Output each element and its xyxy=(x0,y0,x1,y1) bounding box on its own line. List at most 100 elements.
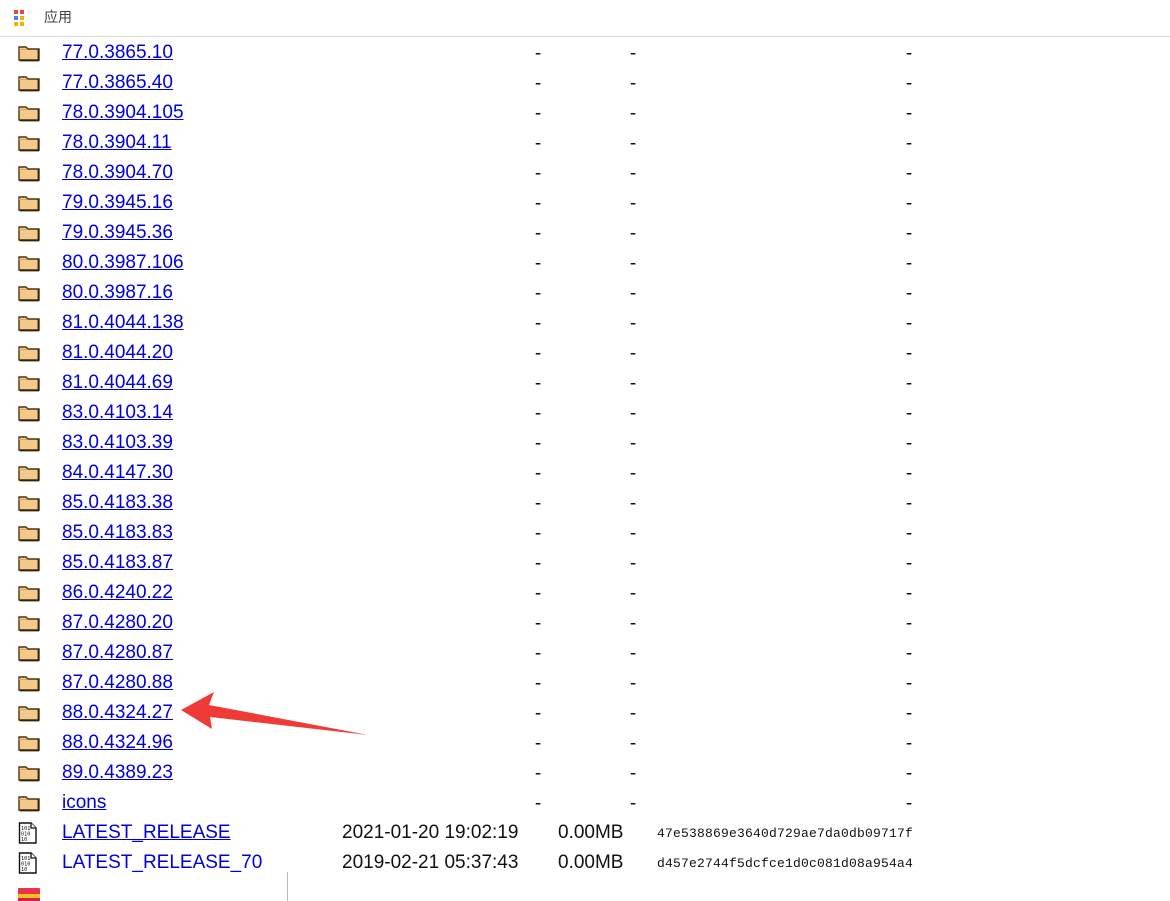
entry-link[interactable]: 79.0.3945.36 xyxy=(62,218,173,248)
entry-name[interactable]: 85.0.4183.38 xyxy=(62,492,173,514)
entry-name[interactable]: 88.0.4324.96 xyxy=(62,732,173,754)
folder-icon xyxy=(18,278,42,308)
entry-link[interactable]: 83.0.4103.39 xyxy=(62,428,173,458)
entry-link[interactable]: 77.0.3865.10 xyxy=(62,38,173,68)
entry-size-dash: - xyxy=(625,608,641,638)
table-row: 86.0.4240.22 - - - xyxy=(0,578,1170,608)
entry-link[interactable]: 78.0.3904.70 xyxy=(62,158,173,188)
apps-grid-icon[interactable] xyxy=(14,9,31,27)
entry-link[interactable]: 78.0.3904.105 xyxy=(62,98,184,128)
entry-link[interactable]: 77.0.3865.40 xyxy=(62,68,173,98)
entry-hash-dash: - xyxy=(901,398,917,428)
dash-glyph: - xyxy=(629,522,637,544)
entry-link[interactable]: 81.0.4044.20 xyxy=(62,338,173,368)
folder-icon xyxy=(18,38,42,68)
entry-name[interactable]: 81.0.4044.69 xyxy=(62,372,173,394)
entry-link[interactable]: 85.0.4183.87 xyxy=(62,548,173,578)
entry-link[interactable]: 80.0.3987.16 xyxy=(62,278,173,308)
entry-name[interactable]: 83.0.4103.39 xyxy=(62,432,173,454)
entry-name[interactable]: 80.0.3987.16 xyxy=(62,282,173,304)
entry-link[interactable]: LATEST_RELEASE_70 xyxy=(62,848,262,878)
entry-link[interactable]: 88.0.4324.27 xyxy=(62,698,173,728)
entry-size-dash: - xyxy=(625,638,641,668)
entry-link[interactable]: 80.0.3987.106 xyxy=(62,248,184,278)
entry-name[interactable]: LATEST_RELEASE_70 xyxy=(62,852,262,874)
entry-link[interactable]: 78.0.3904.11 xyxy=(62,128,172,158)
entry-name[interactable]: 77.0.3865.40 xyxy=(62,72,173,94)
entry-name[interactable]: 85.0.4183.87 xyxy=(62,552,173,574)
entry-link[interactable]: 81.0.4044.138 xyxy=(62,308,184,338)
entry-name[interactable]: 87.0.4280.20 xyxy=(62,612,173,634)
entry-name[interactable]: 85.0.4183.83 xyxy=(62,522,173,544)
entry-hash-text: d457e2744f5dcfce1d0c081d08a954a4 xyxy=(657,855,914,871)
entry-name[interactable]: 79.0.3945.36 xyxy=(62,222,173,244)
entry-link[interactable]: 85.0.4183.38 xyxy=(62,488,173,518)
browser-bookmark-bar: 应用 xyxy=(0,0,1170,37)
dash-glyph: - xyxy=(905,522,913,544)
dash-glyph: - xyxy=(905,222,913,244)
entry-name[interactable]: LATEST_RELEASE xyxy=(62,822,231,844)
entry-hash-dash: - xyxy=(901,188,917,218)
dash-glyph: - xyxy=(905,72,913,94)
entry-name[interactable]: 81.0.4044.20 xyxy=(62,342,173,364)
entry-link[interactable]: LATEST_RELEASE xyxy=(62,818,231,848)
entry-size-dash: - xyxy=(625,698,641,728)
entry-hash: d457e2744f5dcfce1d0c081d08a954a4 xyxy=(657,848,913,878)
entry-size-dash: - xyxy=(625,128,641,158)
dash-glyph: - xyxy=(629,582,637,604)
entry-name[interactable]: 77.0.3865.10 xyxy=(62,42,173,64)
entry-date-dash: - xyxy=(530,68,546,98)
dash-glyph: - xyxy=(629,72,637,94)
bookmark-apps-label[interactable]: 应用 xyxy=(44,11,72,25)
entry-name[interactable]: icons xyxy=(62,792,106,814)
dash-glyph: - xyxy=(629,162,637,184)
table-row: 77.0.3865.40 - - - xyxy=(0,68,1170,98)
entry-name[interactable]: 79.0.3945.16 xyxy=(62,192,173,214)
entry-name[interactable]: 89.0.4389.23 xyxy=(62,762,173,784)
table-row: 85.0.4183.38 - - - xyxy=(0,488,1170,518)
entry-link[interactable]: 89.0.4389.23 xyxy=(62,758,173,788)
entry-link[interactable]: 86.0.4240.22 xyxy=(62,578,173,608)
dash-glyph: - xyxy=(534,132,542,154)
entry-link[interactable]: 84.0.4147.30 xyxy=(62,458,173,488)
entry-link[interactable]: 87.0.4280.88 xyxy=(62,668,173,698)
folder-icon xyxy=(18,338,42,368)
entry-link[interactable]: 87.0.4280.87 xyxy=(62,638,173,668)
dash-glyph: - xyxy=(905,792,913,814)
entry-name[interactable]: 88.0.4324.27 xyxy=(62,702,173,724)
table-row: 81.0.4044.69 - - - xyxy=(0,368,1170,398)
dash-glyph: - xyxy=(534,162,542,184)
dash-glyph: - xyxy=(534,492,542,514)
entry-date-dash: - xyxy=(530,698,546,728)
entry-link[interactable]: 85.0.4183.83 xyxy=(62,518,173,548)
folder-icon xyxy=(18,368,42,398)
dash-glyph: - xyxy=(905,612,913,634)
entry-name[interactable]: 83.0.4103.14 xyxy=(62,402,173,424)
entry-name[interactable]: 87.0.4280.87 xyxy=(62,642,173,664)
entry-name[interactable]: 80.0.3987.106 xyxy=(62,252,184,274)
entry-name[interactable]: 78.0.3904.105 xyxy=(62,102,184,124)
table-row: 79.0.3945.16 - - - xyxy=(0,188,1170,218)
entry-link[interactable]: 81.0.4044.69 xyxy=(62,368,173,398)
dash-glyph: - xyxy=(534,582,542,604)
dash-glyph: - xyxy=(905,582,913,604)
entry-link[interactable]: icons xyxy=(62,788,106,818)
entry-name[interactable]: 84.0.4147.30 xyxy=(62,462,173,484)
folder-icon xyxy=(18,548,42,578)
entry-name[interactable]: 86.0.4240.22 xyxy=(62,582,173,604)
dash-glyph: - xyxy=(905,342,913,364)
entry-link[interactable]: 83.0.4103.14 xyxy=(62,398,173,428)
table-row: 87.0.4280.87 - - - xyxy=(0,638,1170,668)
entry-name[interactable]: 81.0.4044.138 xyxy=(62,312,184,334)
table-row: 84.0.4147.30 - - - xyxy=(0,458,1170,488)
entry-name[interactable]: 78.0.3904.70 xyxy=(62,162,173,184)
entry-size-dash: - xyxy=(625,218,641,248)
entry-name[interactable]: 78.0.3904.11 xyxy=(62,132,172,154)
entry-link[interactable]: 88.0.4324.96 xyxy=(62,728,173,758)
dash-glyph: - xyxy=(534,642,542,664)
entry-link[interactable]: 79.0.3945.16 xyxy=(62,188,173,218)
entry-link[interactable]: 87.0.4280.20 xyxy=(62,608,173,638)
dash-glyph: - xyxy=(629,192,637,214)
entry-name[interactable]: 87.0.4280.88 xyxy=(62,672,173,694)
dash-glyph: - xyxy=(905,732,913,754)
